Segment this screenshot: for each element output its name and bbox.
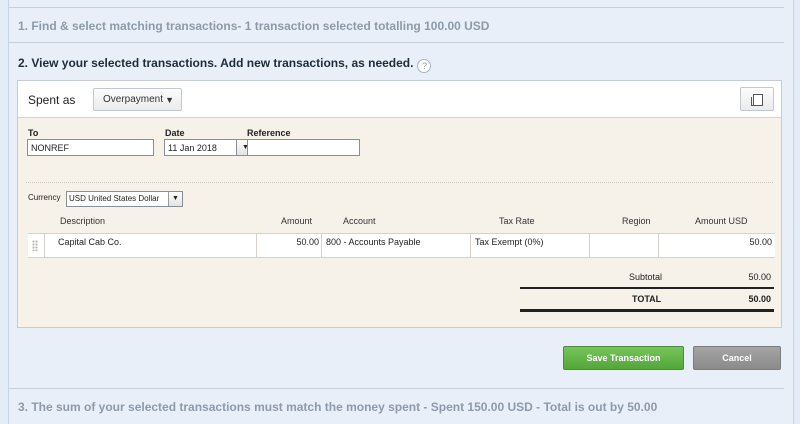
divider: [8, 7, 784, 8]
divider: [44, 234, 45, 257]
divider: [8, 388, 784, 389]
chevron-down-icon: ▼: [165, 95, 174, 105]
currency-label: Currency: [28, 193, 61, 202]
transaction-panel: Spent as Overpayment ▼ To Date ▼ Referen…: [17, 80, 782, 328]
reference-label: Reference: [247, 128, 291, 138]
total-value: 50.00: [748, 294, 771, 304]
spent-as-value: Overpayment: [103, 94, 164, 105]
step-3-heading: 3. The sum of your selected transactions…: [18, 400, 658, 414]
subtotal-value: 50.00: [748, 272, 771, 282]
column-header-region: Region: [622, 216, 651, 226]
reference-field[interactable]: [247, 139, 360, 156]
row-description[interactable]: Capital Cab Co.: [58, 234, 122, 257]
chevron-down-icon: ▼: [168, 192, 182, 206]
copy-icon: [751, 94, 763, 106]
row-amount[interactable]: 50.00: [260, 234, 319, 257]
spent-as-label: Spent as: [28, 93, 76, 107]
divider: [589, 234, 590, 257]
column-header-amount: Amount: [281, 216, 313, 226]
step-2-heading: 2. View your selected transactions. Add …: [18, 56, 432, 73]
total-label: TOTAL: [632, 294, 662, 304]
divider: [26, 182, 773, 183]
divider: [520, 287, 774, 289]
divider: [256, 234, 257, 257]
date-field[interactable]: [164, 139, 237, 156]
copy-button[interactable]: [740, 87, 774, 111]
row-region[interactable]: [593, 234, 653, 257]
to-label: To: [28, 128, 39, 138]
to-field[interactable]: [27, 139, 154, 156]
spent-as-dropdown[interactable]: Overpayment ▼: [93, 88, 182, 111]
divider: [321, 234, 322, 257]
divider: [520, 309, 774, 312]
drag-handle-icon[interactable]: [32, 240, 38, 251]
table-row: Capital Cab Co. 50.00 800 - Accounts Pay…: [28, 233, 775, 258]
row-tax-rate[interactable]: Tax Exempt (0%): [475, 234, 544, 257]
spent-as-bar: Spent as Overpayment ▼: [18, 81, 781, 118]
step-1-heading[interactable]: 1. Find & select matching transactions- …: [18, 19, 489, 33]
save-transaction-button[interactable]: Save Transaction: [563, 346, 684, 370]
currency-select[interactable]: USD United States Dollar ▼: [66, 191, 183, 207]
column-header-amount-usd: Amount USD: [695, 216, 748, 226]
divider: [658, 234, 659, 257]
subtotal-label: Subtotal: [629, 272, 663, 282]
column-header-account: Account: [343, 216, 376, 226]
help-icon[interactable]: ?: [417, 59, 432, 73]
cancel-button[interactable]: Cancel: [693, 346, 781, 370]
row-account[interactable]: 800 - Accounts Payable: [326, 234, 421, 257]
row-amount-usd: 50.00: [749, 237, 772, 247]
column-header-description: Description: [60, 216, 106, 226]
divider: [470, 234, 471, 257]
currency-value: USD United States Dollar: [69, 194, 160, 203]
column-header-tax-rate: Tax Rate: [499, 216, 535, 226]
divider: [8, 42, 784, 43]
step-2-text: 2. View your selected transactions. Add …: [18, 56, 414, 70]
date-label: Date: [165, 128, 185, 138]
